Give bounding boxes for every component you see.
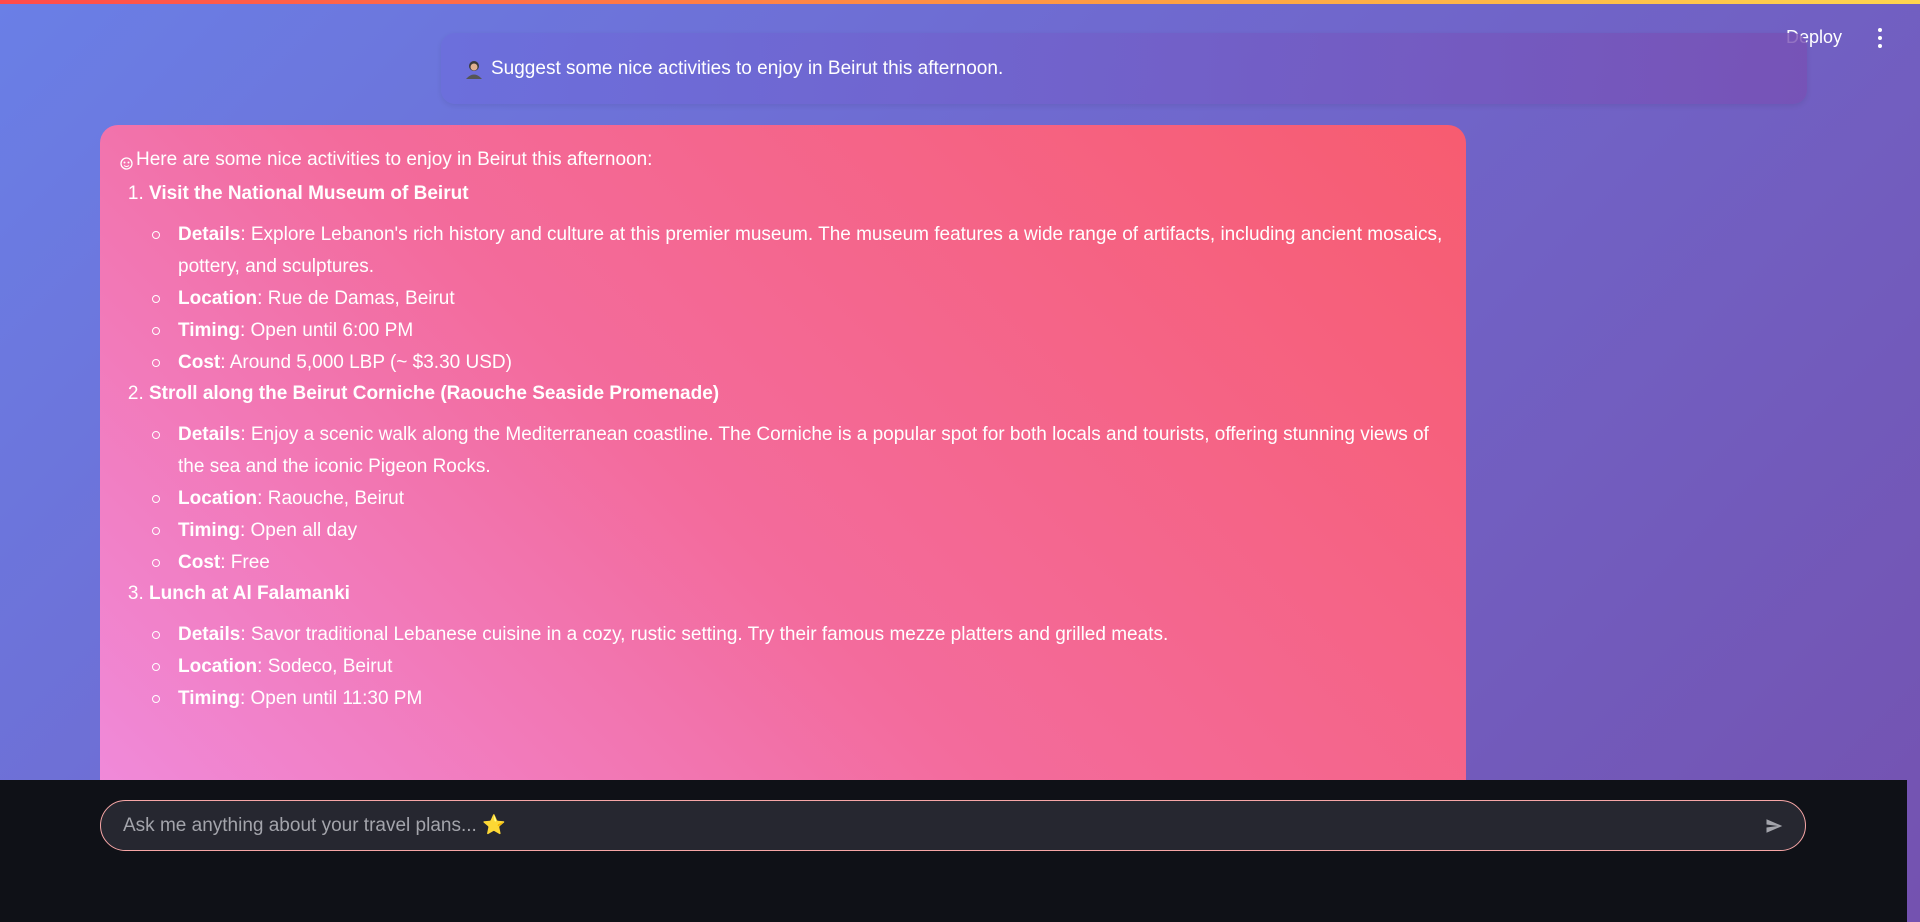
activity-details: Details: Explore Lebanon's rich history …	[149, 219, 1446, 379]
detail-text: : Sodeco, Beirut	[257, 656, 393, 677]
detail-label: Timing	[178, 320, 240, 341]
detail-text: : Rue de Damas, Beirut	[257, 288, 455, 309]
activity-item: Stroll along the Beirut Corniche (Raouch…	[149, 383, 1446, 579]
activity-title: Visit the National Museum of Beirut	[149, 183, 469, 204]
activity-details: Details: Enjoy a scenic walk along the M…	[149, 419, 1446, 579]
detail-text: : Explore Lebanon's rich history and cul…	[178, 224, 1443, 277]
detail-item: Location: Sodeco, Beirut	[149, 651, 1446, 683]
activity-item: Lunch at Al Falamanki Details: Savor tra…	[149, 583, 1446, 715]
detail-item: Location: Rue de Damas, Beirut	[149, 283, 1446, 315]
activity-details: Details: Savor traditional Lebanese cuis…	[149, 619, 1446, 715]
detail-label: Timing	[178, 688, 240, 709]
detail-label: Location	[178, 488, 258, 509]
kebab-menu-icon[interactable]	[1876, 28, 1884, 48]
activity-title: Lunch at Al Falamanki	[149, 583, 350, 604]
user-avatar-icon	[463, 58, 485, 80]
detail-label: Location	[178, 288, 258, 309]
detail-text: : Raouche, Beirut	[257, 488, 404, 509]
assistant-intro-text: Here are some nice activities to enjoy i…	[136, 149, 653, 170]
send-icon[interactable]	[1759, 811, 1789, 841]
detail-item: Details: Explore Lebanon's rich history …	[149, 219, 1446, 283]
detail-text: : Enjoy a scenic walk along the Mediterr…	[178, 424, 1429, 477]
detail-text: : Free	[220, 552, 270, 573]
detail-label: Details	[178, 624, 241, 645]
chat-input-container	[100, 800, 1806, 851]
assistant-intro: Here are some nice activities to enjoy i…	[120, 149, 1446, 171]
detail-item: Timing: Open all day	[149, 515, 1446, 547]
detail-text: : Open until 6:00 PM	[239, 320, 414, 341]
detail-item: Timing: Open until 6:00 PM	[149, 315, 1446, 347]
detail-item: Details: Savor traditional Lebanese cuis…	[149, 619, 1446, 651]
activities-list: Visit the National Museum of Beirut Deta…	[120, 183, 1446, 715]
detail-text: : Savor traditional Lebanese cuisine in …	[240, 624, 1169, 645]
detail-text: : Open until 11:30 PM	[239, 688, 423, 709]
top-decoration-strip	[0, 0, 1920, 4]
assistant-message: Here are some nice activities to enjoy i…	[100, 125, 1466, 825]
user-message: Suggest some nice activities to enjoy in…	[441, 33, 1807, 104]
user-message-text: Suggest some nice activities to enjoy in…	[491, 57, 1004, 79]
detail-label: Cost	[178, 552, 221, 573]
detail-item: Location: Raouche, Beirut	[149, 483, 1446, 515]
detail-label: Timing	[178, 520, 240, 541]
assistant-avatar-icon	[120, 154, 133, 170]
detail-item: Details: Enjoy a scenic walk along the M…	[149, 419, 1446, 483]
detail-text: : Around 5,000 LBP (~ $3.30 USD)	[220, 352, 512, 373]
detail-label: Cost	[178, 352, 221, 373]
detail-label: Location	[178, 656, 258, 677]
chat-input[interactable]	[121, 813, 1759, 838]
detail-item: Cost: Around 5,000 LBP (~ $3.30 USD)	[149, 347, 1446, 379]
detail-label: Details	[178, 224, 241, 245]
detail-item: Timing: Open until 11:30 PM	[149, 683, 1446, 715]
activity-item: Visit the National Museum of Beirut Deta…	[149, 183, 1446, 379]
detail-label: Details	[178, 424, 241, 445]
detail-item: Cost: Free	[149, 547, 1446, 579]
activity-title: Stroll along the Beirut Corniche (Raouch…	[149, 383, 720, 404]
detail-text: : Open all day	[239, 520, 358, 541]
